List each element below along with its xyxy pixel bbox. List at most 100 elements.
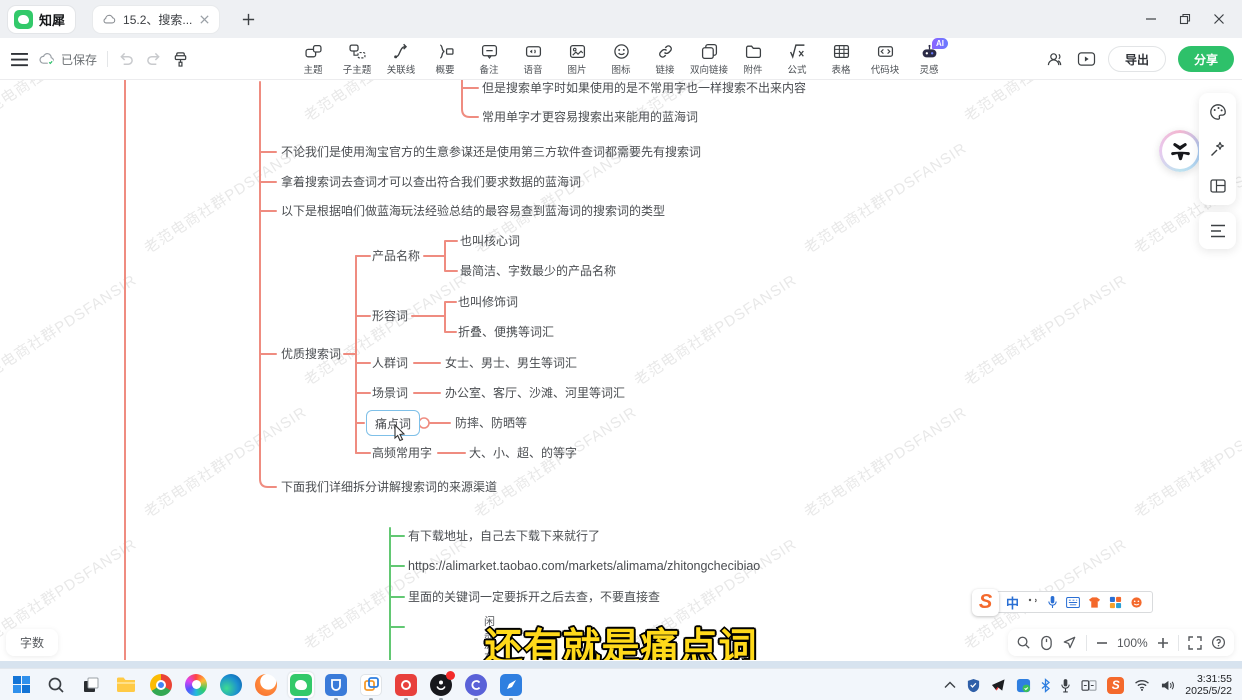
mindmap-node[interactable]: 办公室、客厅、沙滩、河里等词汇 — [445, 385, 625, 401]
theme-style-button[interactable] — [1199, 93, 1236, 130]
sogou-tray-icon[interactable]: S — [1107, 677, 1124, 694]
mindmap-node[interactable]: 防摔、防晒等 — [455, 415, 527, 431]
obs-app-button[interactable] — [428, 672, 454, 698]
mindmap-node[interactable]: 不论我们是使用淘宝官方的生意参谋还是使用第三方软件查词都需要先有搜索词 — [281, 144, 701, 160]
purple-circle-app-button[interactable] — [463, 672, 489, 698]
share-button[interactable]: 分享 — [1178, 46, 1234, 72]
red-ring-app-button[interactable] — [393, 672, 419, 698]
mindmap-node-parent[interactable]: 优质搜索词 — [281, 346, 341, 362]
round-orange-app-button[interactable] — [253, 672, 279, 698]
mindmap-node[interactable]: 也叫核心词 — [460, 233, 520, 249]
format-painter-icon[interactable] — [172, 51, 189, 67]
close-button[interactable] — [1202, 0, 1236, 38]
mindmap-node[interactable]: 场景词 — [372, 385, 408, 401]
mindmap-node[interactable]: 拿着搜索词去查词才可以查出符合我们要求数据的蓝海词 — [281, 174, 581, 190]
minimize-button[interactable] — [1134, 0, 1168, 38]
skin-icon[interactable] — [1088, 596, 1101, 609]
tool-code-block[interactable]: 代码块 — [863, 40, 907, 76]
zhixi-app-button[interactable] — [288, 672, 314, 698]
input-method-bar[interactable]: S 中 — [972, 590, 1153, 614]
mindmap-node[interactable]: 女士、男士、男生等词汇 — [445, 355, 577, 371]
document-tab[interactable]: 15.2、搜索... — [93, 6, 219, 33]
tab-title: 15.2、搜索... — [123, 11, 192, 28]
mindmap-node[interactable]: 下面我们详细拆分讲解搜索词的来源渠道 — [281, 479, 497, 495]
tool-icon-sticker[interactable]: 图标 — [599, 40, 643, 76]
mindmap-node[interactable]: 也叫修饰词 — [458, 294, 518, 310]
tool-subtopic[interactable]: 子主题 — [335, 40, 379, 76]
overlap-squares-app-button[interactable] — [358, 672, 384, 698]
search-icon — [47, 676, 65, 694]
tool-image[interactable]: 图片 — [555, 40, 599, 76]
sogou-logo[interactable]: S — [972, 589, 999, 616]
bluetooth-icon[interactable] — [1041, 678, 1050, 693]
obs-swirl-icon — [435, 679, 447, 691]
volume-icon[interactable] — [1160, 679, 1175, 692]
file-explorer-button[interactable] — [113, 672, 139, 698]
layout-button[interactable] — [1199, 167, 1236, 204]
color-wheel-app-button[interactable] — [183, 672, 209, 698]
mindmap-node[interactable]: 里面的关键词一定要拆开之后去查，不要直接查 — [408, 589, 660, 605]
beautify-button[interactable] — [1199, 130, 1236, 167]
tool-note[interactable]: 备注 — [467, 40, 511, 76]
tool-bidirectional-link[interactable]: 双向链接 — [687, 40, 731, 76]
tray-expand-icon[interactable] — [944, 681, 956, 689]
tool-attachment[interactable]: 附件 — [731, 40, 775, 76]
new-tab-button[interactable] — [241, 12, 256, 27]
punctuation-icon[interactable] — [1027, 596, 1039, 608]
keyboard-icon[interactable] — [1066, 597, 1080, 608]
ai-assistant-button[interactable] — [1159, 130, 1201, 172]
video-subtitle: 还有就是痛点词 — [0, 616, 1242, 660]
tool-table[interactable]: 表格 — [819, 40, 863, 76]
tool-summary[interactable]: 概要 — [423, 40, 467, 76]
tool-link[interactable]: 链接 — [643, 40, 687, 76]
tool-voice[interactable]: 语音 — [511, 40, 555, 76]
sync-check-icon[interactable] — [1016, 678, 1031, 693]
blue-shield-app-button[interactable] — [323, 672, 349, 698]
wifi-icon[interactable] — [1134, 679, 1150, 691]
mindmap-node[interactable]: 折叠、便携等词汇 — [458, 324, 554, 340]
taskbar-search-button[interactable] — [43, 672, 69, 698]
taskbar-clock[interactable]: 3:31:55 2025/5/22 — [1185, 673, 1238, 697]
emoji-input-icon[interactable] — [1130, 596, 1144, 609]
restore-button[interactable] — [1168, 0, 1202, 38]
mindmap-node-url[interactable]: https://alimarket.taobao.com/markets/ali… — [408, 558, 760, 574]
mindmap-node[interactable]: 但是搜索单字时如果使用的是不常用字也一样搜索不出来内容 — [482, 80, 806, 96]
telegram-icon[interactable] — [991, 678, 1006, 692]
mindmap-node[interactable]: 人群词 — [372, 355, 408, 371]
tab-close-icon[interactable] — [199, 14, 210, 25]
mindmap-node[interactable]: 以下是根据咱们做蓝海玩法经验总结的最容易查到蓝海词的搜索词的类型 — [281, 203, 665, 219]
collaborators-icon[interactable] — [1046, 51, 1065, 67]
mindmap-node[interactable]: 有下载地址，自己去下载下来就行了 — [408, 528, 600, 544]
tool-topic[interactable]: 主题 — [291, 40, 335, 76]
mindmap-node[interactable]: 形容词 — [372, 308, 408, 324]
tray-microphone-icon[interactable] — [1060, 678, 1071, 693]
minimize-icon — [1145, 13, 1157, 25]
mindmap-node[interactable]: 常用单字才更容易搜索出来能用的蓝海词 — [482, 109, 698, 125]
language-mode[interactable]: 中 — [1006, 593, 1019, 612]
tool-ai-inspiration[interactable]: AI 灵感 — [907, 40, 951, 76]
mindmap-node[interactable]: 产品名称 — [372, 248, 420, 264]
hamburger-menu-icon[interactable] — [10, 52, 29, 67]
microphone-icon[interactable] — [1047, 595, 1058, 609]
tool-relation-line[interactable]: 关联线 — [379, 40, 423, 76]
chrome-button[interactable] — [148, 672, 174, 698]
tool-formula[interactable]: 公式 — [775, 40, 819, 76]
mindmap-node[interactable]: 最简洁、字数最少的产品名称 — [460, 263, 616, 279]
app-home-button[interactable]: 知犀 — [8, 6, 75, 33]
security-shield-icon[interactable] — [966, 678, 981, 693]
start-button[interactable] — [8, 672, 34, 698]
mindmap-canvas[interactable]: 老范电商社群PDSFANSIR老范电商社群PDSFANSIR老范电商社群PDSF… — [0, 80, 1242, 660]
toolbox-icon[interactable] — [1109, 596, 1122, 609]
ime-mode-icon[interactable] — [1081, 679, 1097, 692]
outline-button[interactable] — [1199, 212, 1236, 249]
rocket-app-button[interactable] — [498, 672, 524, 698]
edge-button[interactable] — [218, 672, 244, 698]
mindmap-node[interactable]: 高频常用字 — [372, 445, 432, 461]
undo-icon[interactable] — [118, 52, 135, 67]
mindmap-node[interactable]: 大、小、超、的等字 — [469, 445, 577, 461]
task-view-button[interactable] — [78, 672, 104, 698]
video-tutorial-icon[interactable] — [1077, 51, 1096, 67]
export-button[interactable]: 导出 — [1108, 46, 1166, 72]
redo-icon[interactable] — [145, 52, 162, 67]
restore-icon — [1179, 13, 1191, 25]
